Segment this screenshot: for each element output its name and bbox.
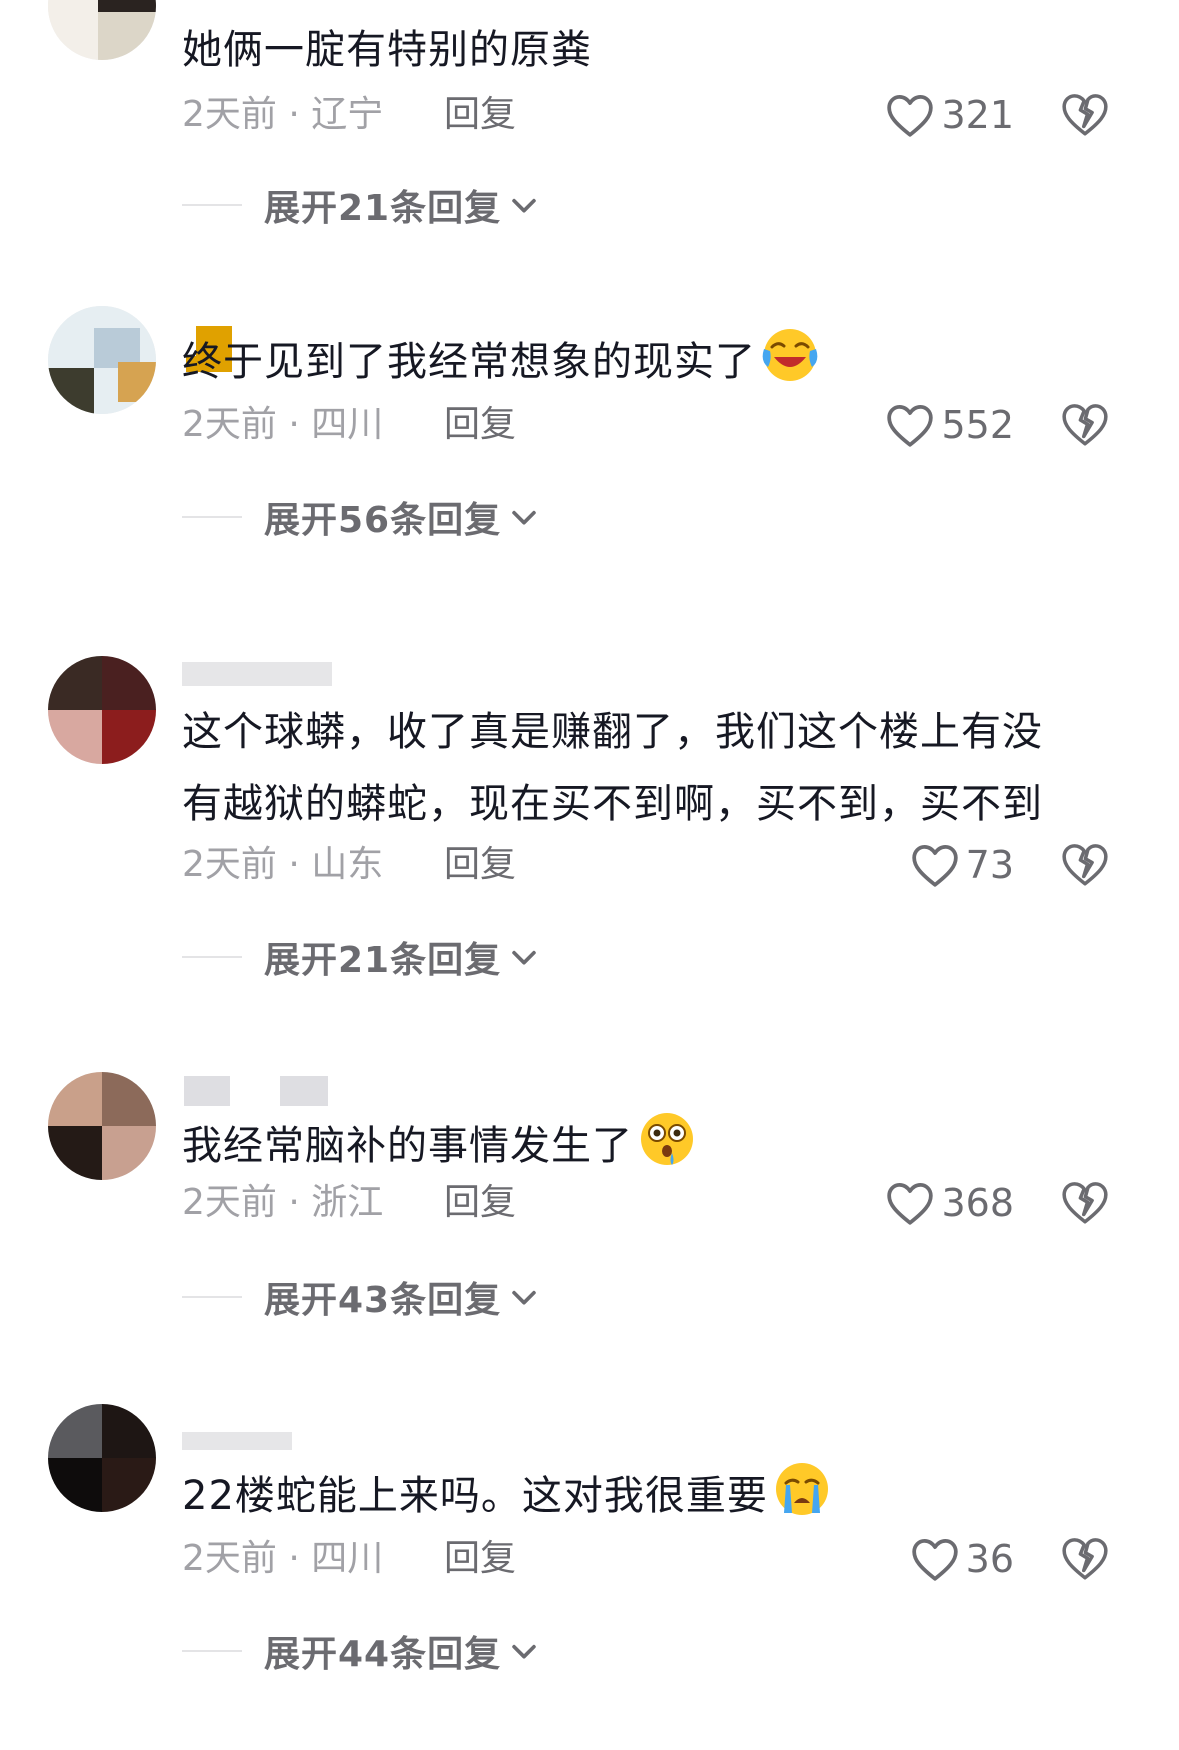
crying-emoji bbox=[775, 1463, 828, 1515]
comment-text: 这个球蟒，收了真是赚翻了，我们这个楼上有没 有越狱的蟒蛇，现在买不到啊，买不到，… bbox=[182, 696, 1112, 840]
comment-text: 我经常脑补的事情发生了 bbox=[182, 1110, 1112, 1182]
reply-button[interactable]: 回复 bbox=[444, 400, 516, 450]
like-count: 36 bbox=[965, 1537, 1014, 1581]
username[interactable] bbox=[182, 1076, 342, 1110]
broken-heart-icon[interactable] bbox=[1060, 1534, 1110, 1584]
comment-text-line: 这个球蟒，收了真是赚翻了，我们这个楼上有没 bbox=[182, 709, 1043, 755]
username[interactable] bbox=[182, 1428, 342, 1462]
like-count: 321 bbox=[941, 93, 1014, 137]
expand-replies-button[interactable]: 展开56条回复 bbox=[182, 492, 541, 542]
expand-replies-label: 展开56条回复 bbox=[264, 500, 502, 541]
expand-replies-button[interactable]: 展开21条回复 bbox=[182, 932, 541, 982]
like-button[interactable]: 73 bbox=[910, 840, 1014, 890]
like-button[interactable]: 368 bbox=[885, 1178, 1014, 1228]
comment-meta: 2天前 · 四川 回复 552 bbox=[182, 400, 1142, 450]
expand-replies-label: 展开43条回复 bbox=[264, 1280, 502, 1321]
chevron-down-icon bbox=[512, 950, 536, 965]
like-button[interactable]: 321 bbox=[885, 90, 1014, 140]
avatar[interactable] bbox=[48, 656, 156, 764]
comment-text-line: 有越狱的蟒蛇，现在买不到啊，买不到，买不到 bbox=[182, 781, 1043, 827]
comment-text: 22楼蛇能上来吗。这对我很重要 bbox=[182, 1460, 1112, 1532]
heart-outline-icon bbox=[887, 95, 934, 137]
expand-replies-button[interactable]: 展开21条回复 bbox=[182, 180, 541, 230]
comment-meta: 2天前 · 辽宁 回复 321 bbox=[182, 90, 1142, 140]
divider bbox=[182, 1296, 242, 1298]
avatar[interactable] bbox=[48, 306, 156, 414]
date-location: 2天前 · 山东 bbox=[182, 844, 384, 885]
heart-outline-icon bbox=[887, 405, 934, 447]
username[interactable] bbox=[182, 658, 342, 692]
heart-outline-icon bbox=[911, 1539, 958, 1581]
like-count: 73 bbox=[965, 843, 1014, 887]
comment-meta: 2天前 · 山东 回复 73 bbox=[182, 840, 1142, 890]
like-button[interactable]: 36 bbox=[910, 1534, 1014, 1584]
comment-text-content: 终于见到了我经常想象的现实了 bbox=[182, 339, 756, 385]
divider bbox=[182, 516, 242, 518]
broken-heart-icon[interactable] bbox=[1060, 400, 1110, 450]
date-location: 2天前 · 浙江 bbox=[182, 1182, 384, 1223]
reply-button[interactable]: 回复 bbox=[444, 1178, 516, 1228]
divider bbox=[182, 204, 242, 206]
date-location: 2天前 · 四川 bbox=[182, 404, 384, 445]
reply-button[interactable]: 回复 bbox=[444, 1534, 516, 1584]
reply-button[interactable]: 回复 bbox=[444, 840, 516, 890]
chevron-down-icon bbox=[512, 510, 536, 525]
broken-heart-icon[interactable] bbox=[1060, 840, 1110, 890]
heart-outline-icon bbox=[911, 845, 958, 887]
comment-meta: 2天前 · 四川 回复 36 bbox=[182, 1534, 1142, 1584]
flushed-drooling-emoji bbox=[641, 1113, 693, 1165]
avatar[interactable] bbox=[48, 1404, 156, 1512]
divider bbox=[182, 1650, 242, 1652]
expand-replies-button[interactable]: 展开44条回复 bbox=[182, 1626, 541, 1676]
expand-replies-label: 展开21条回复 bbox=[264, 940, 502, 981]
comment-text: 她俩一腚有特别的原粪 bbox=[182, 27, 592, 73]
chevron-down-icon bbox=[512, 198, 536, 213]
laughing-crying-emoji bbox=[762, 329, 818, 381]
broken-heart-icon[interactable] bbox=[1060, 90, 1110, 140]
reply-button[interactable]: 回复 bbox=[444, 90, 516, 140]
expand-replies-label: 展开44条回复 bbox=[264, 1634, 502, 1675]
broken-heart-icon[interactable] bbox=[1060, 1178, 1110, 1228]
avatar[interactable] bbox=[48, 1072, 156, 1180]
like-button[interactable]: 552 bbox=[885, 400, 1014, 450]
comment-text-content: 22楼蛇能上来吗。这对我很重要 bbox=[182, 1473, 768, 1519]
like-count: 552 bbox=[941, 403, 1014, 447]
expand-replies-button[interactable]: 展开43条回复 bbox=[182, 1272, 541, 1322]
comment-meta: 2天前 · 浙江 回复 368 bbox=[182, 1178, 1142, 1228]
comment-text: 终于见到了我经常想象的现实了 bbox=[182, 326, 1112, 398]
avatar[interactable] bbox=[48, 0, 156, 60]
date-location: 2天前 · 四川 bbox=[182, 1538, 384, 1579]
chevron-down-icon bbox=[512, 1290, 536, 1305]
heart-outline-icon bbox=[887, 1183, 934, 1225]
divider bbox=[182, 956, 242, 958]
comment-text-content: 我经常脑补的事情发生了 bbox=[182, 1123, 633, 1169]
date-location: 2天前 · 辽宁 bbox=[182, 94, 384, 135]
expand-replies-label: 展开21条回复 bbox=[264, 188, 502, 229]
chevron-down-icon bbox=[512, 1644, 536, 1659]
like-count: 368 bbox=[941, 1181, 1014, 1225]
